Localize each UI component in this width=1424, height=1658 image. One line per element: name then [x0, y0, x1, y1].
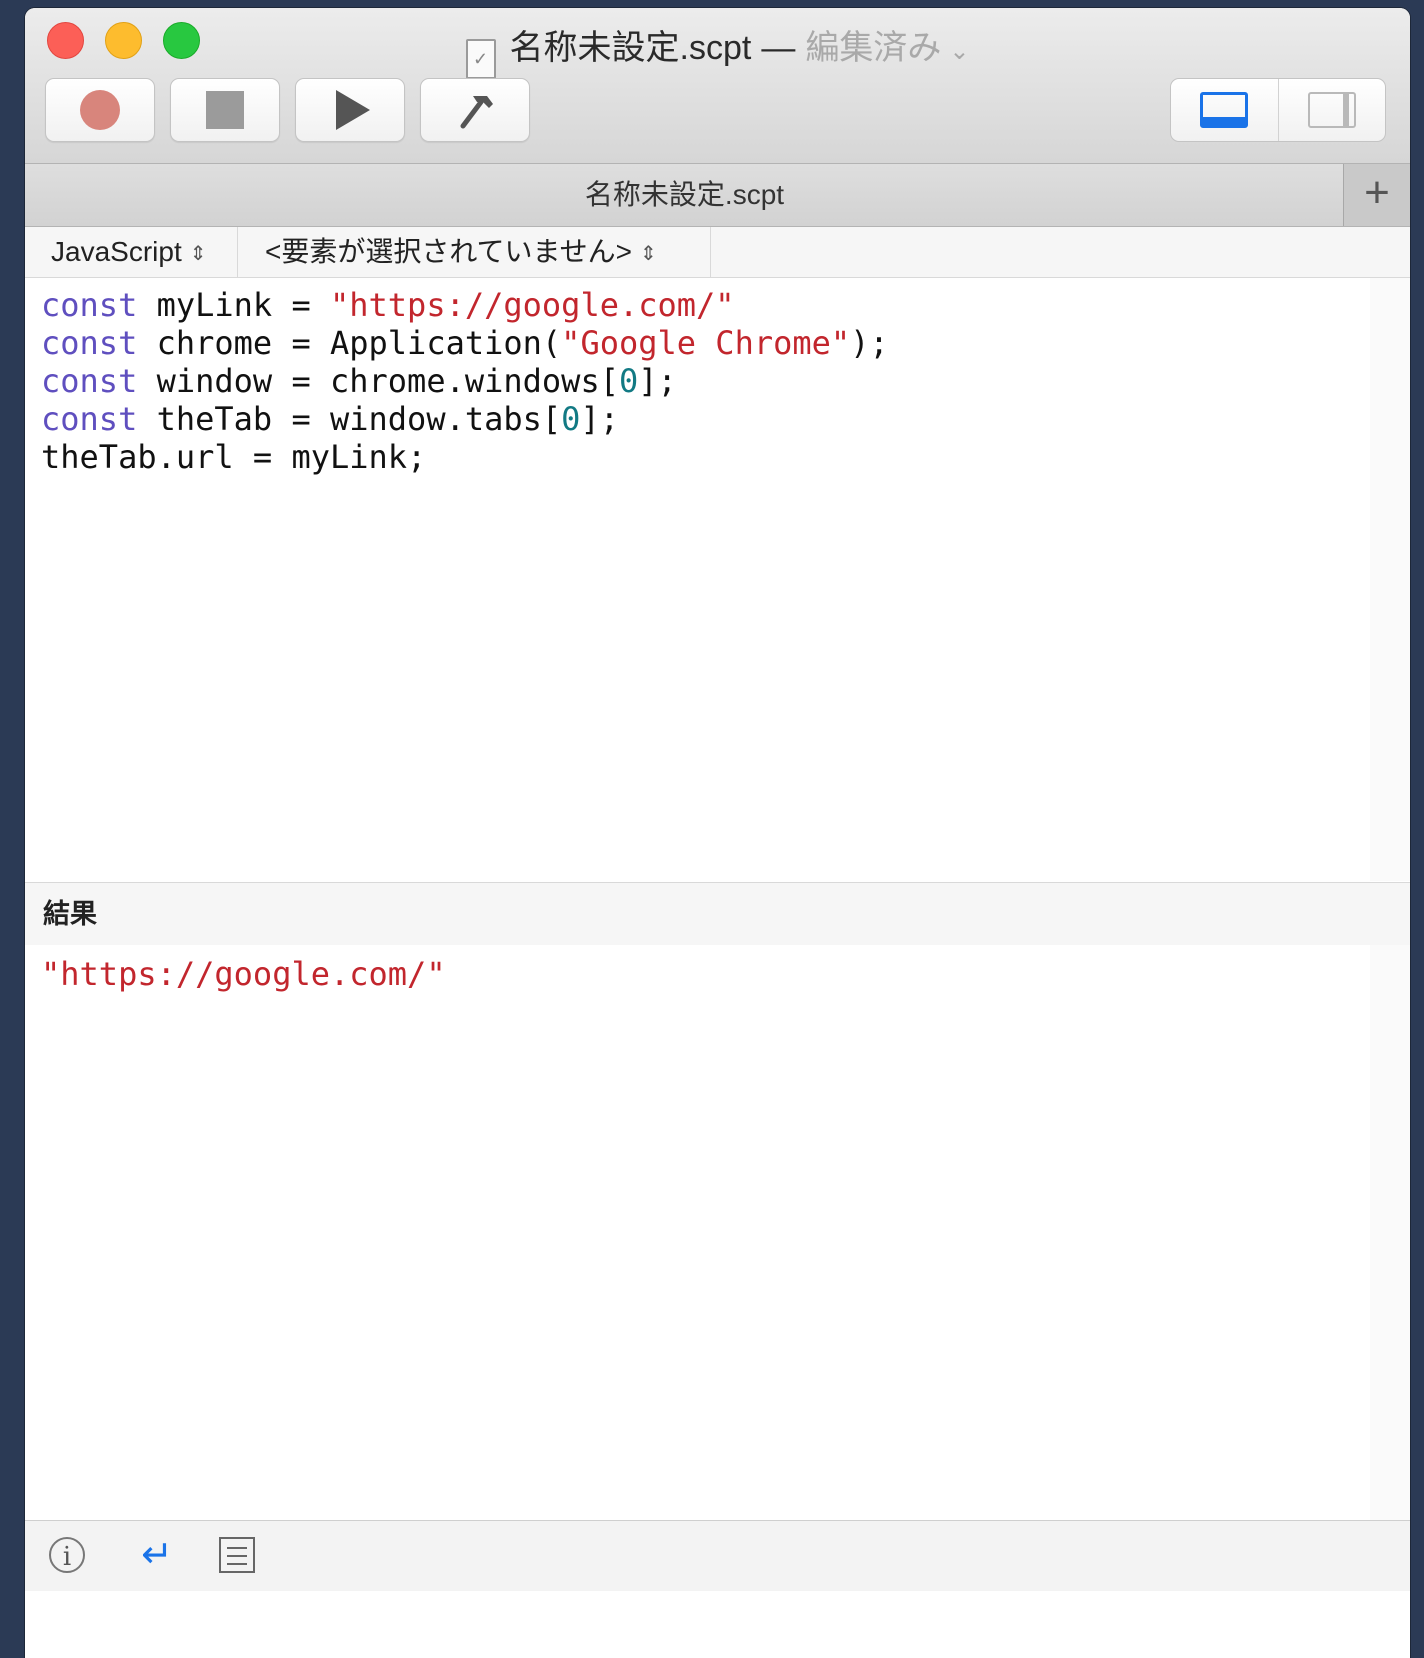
language-popup[interactable]: JavaScript ⇕	[51, 227, 238, 277]
stop-icon	[206, 91, 244, 129]
code-token: ];	[580, 400, 619, 438]
play-icon	[336, 90, 370, 130]
code-line: const theTab = window.tabs[0];	[41, 400, 1370, 438]
result-title: 結果	[43, 899, 97, 929]
updown-chevron-icon: ⇕	[640, 242, 657, 265]
window-title[interactable]: ✓ 名称未設定.scpt — 編集済み ⌄	[25, 20, 1410, 79]
code-line: const chrome = Application("Google Chrom…	[41, 324, 1370, 362]
run-button[interactable]	[295, 78, 405, 142]
code-token: const	[41, 324, 138, 362]
code-token: "https://google.com/"	[329, 286, 735, 324]
side-pane-icon	[1307, 92, 1356, 128]
tab-active[interactable]: 名称未設定.scpt	[25, 164, 1344, 226]
result-header: 結果	[25, 882, 1410, 946]
code-text[interactable]: const myLink = "https://google.com/" cons…	[25, 278, 1370, 476]
navigation-bar: JavaScript ⇕ <要素が選択されていません> ⇕	[25, 227, 1410, 278]
code-token: const	[41, 286, 138, 324]
code-line: theTab.url = myLink;	[41, 438, 1370, 476]
record-icon	[80, 90, 120, 130]
code-token: const	[41, 400, 138, 438]
title-bar: ✓ 名称未設定.scpt — 編集済み ⌄	[25, 8, 1410, 164]
edited-label: 編集済み	[805, 29, 942, 67]
code-token: theTab.url = myLink;	[41, 438, 427, 476]
code-token: theTab = window.tabs[	[137, 400, 562, 438]
element-label: <要素が選択されていません>	[265, 236, 633, 267]
window-title-filename: 名称未設定.scpt	[509, 29, 752, 67]
list-icon	[219, 1537, 255, 1573]
show-bottom-pane-button[interactable]	[1171, 79, 1278, 141]
event-log-button[interactable]	[215, 1533, 259, 1577]
show-side-pane-button[interactable]	[1277, 79, 1386, 141]
code-token: 0	[561, 400, 581, 438]
tab-bar: 名称未設定.scpt +	[25, 164, 1410, 227]
chevron-down-icon[interactable]: ⌄	[949, 38, 969, 65]
hammer-icon	[460, 96, 493, 129]
code-token: myLink =	[137, 286, 330, 324]
new-tab-button[interactable]: +	[1343, 164, 1410, 226]
document-icon: ✓	[465, 39, 496, 79]
code-token: );	[850, 324, 889, 362]
updown-chevron-icon: ⇕	[189, 242, 207, 265]
code-token: const	[41, 362, 138, 400]
result-scrollbar[interactable]	[1370, 945, 1410, 1520]
result-pane[interactable]: "https://google.com/"	[25, 945, 1371, 1520]
info-icon: i	[49, 1537, 85, 1573]
replies-button[interactable]: ↵	[135, 1533, 179, 1577]
compile-button[interactable]	[420, 78, 530, 142]
status-bar: i ↵	[25, 1520, 1410, 1591]
title-separator: —	[761, 29, 796, 67]
script-editor-window: ✓ 名称未設定.scpt — 編集済み ⌄ 名称未設定.scpt + JavaS…	[25, 8, 1410, 1658]
code-token: ];	[638, 362, 677, 400]
code-line: const window = chrome.windows[0];	[41, 362, 1370, 400]
result-value: "https://google.com/"	[41, 955, 446, 993]
view-toggle[interactable]	[1170, 78, 1386, 142]
return-arrow-icon: ↵	[141, 1534, 173, 1576]
language-label: JavaScript	[51, 236, 182, 267]
code-token: "Google Chrome"	[561, 324, 851, 362]
bottom-pane-icon	[1200, 92, 1249, 128]
element-popup[interactable]: <要素が選択されていません> ⇕	[265, 227, 711, 277]
code-token: chrome = Application(	[137, 324, 562, 362]
code-line: const myLink = "https://google.com/"	[41, 286, 1370, 324]
code-token: 0	[618, 362, 639, 400]
code-editor[interactable]: const myLink = "https://google.com/" cons…	[25, 278, 1371, 881]
info-button[interactable]: i	[45, 1533, 89, 1577]
record-button[interactable]	[45, 78, 155, 142]
code-token: window = chrome.windows[	[137, 362, 619, 400]
stop-button[interactable]	[170, 78, 280, 142]
editor-scrollbar[interactable]	[1370, 278, 1410, 881]
